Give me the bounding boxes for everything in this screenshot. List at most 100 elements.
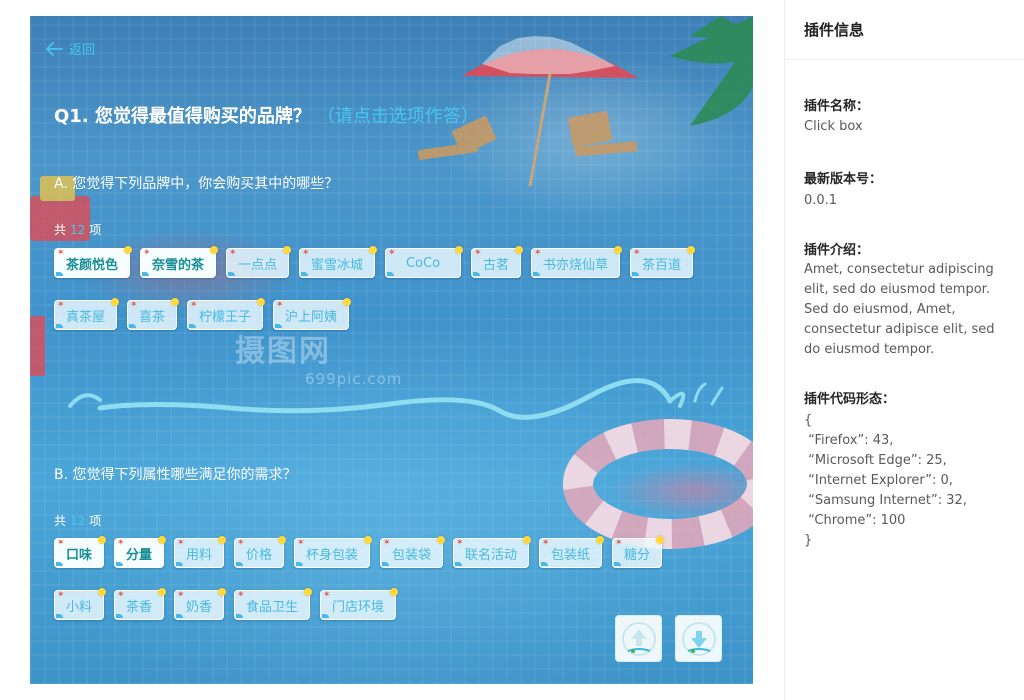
option-label: 书亦烧仙草 <box>542 257 608 273</box>
starfish-icon: ✶ <box>302 248 310 258</box>
starfish-icon: ✶ <box>177 538 185 548</box>
starfish-icon: ✶ <box>276 300 284 310</box>
section-a-option[interactable]: ✶ 真茶屋 <box>54 298 119 330</box>
option-label: 真茶屋 <box>65 309 105 325</box>
wave-icon <box>455 562 462 566</box>
section-a-option[interactable]: ✶ 茶百道 <box>630 246 695 278</box>
code-line: “Chrome”: 100 <box>804 513 906 528</box>
option-label: 一点点 <box>237 257 277 273</box>
wave-icon <box>116 614 123 618</box>
starfish-icon: ✶ <box>456 538 464 548</box>
option-label: 杯身包装 <box>305 547 358 563</box>
section-b-option[interactable]: ✶ 门店环境 <box>320 588 398 620</box>
code-line: “Samsung Internet”: 32, <box>804 493 967 508</box>
wave-icon <box>116 562 123 566</box>
sun-icon <box>515 246 523 254</box>
starfish-icon: ✶ <box>323 590 331 600</box>
wave-icon <box>176 614 183 618</box>
section-a-option[interactable]: ✶ 书亦烧仙草 <box>531 246 622 278</box>
section-b-option[interactable]: ✶ 联名活动 <box>453 536 531 568</box>
wave-icon <box>473 272 480 276</box>
section-b-option[interactable]: ✶ 价格 <box>234 536 286 568</box>
starfish-icon: ✶ <box>542 538 550 548</box>
section-b-option[interactable]: ✶ 包装纸 <box>539 536 604 568</box>
sun-icon <box>523 536 531 544</box>
section-b-option[interactable]: ✶ 糖分 <box>612 536 664 568</box>
sun-icon <box>158 588 166 596</box>
starfish-icon: ✶ <box>57 300 65 310</box>
section-b-option[interactable]: ✶ 食品卫生 <box>234 588 312 620</box>
starfish-icon: ✶ <box>383 538 391 548</box>
beach-umbrella-illustration <box>462 36 638 187</box>
section-b-option[interactable]: ✶ 杯身包装 <box>294 536 372 568</box>
wave-icon <box>189 324 196 328</box>
option-label: 包装纸 <box>550 547 590 563</box>
option-label: 联名活动 <box>464 547 517 563</box>
section-a-option[interactable]: ✶ 古茗 <box>471 246 523 278</box>
wave-icon <box>632 272 639 276</box>
sun-icon <box>278 536 286 544</box>
section-a-option[interactable]: ✶ 沪上阿姨 <box>273 298 351 330</box>
prev-page-button[interactable] <box>615 615 662 662</box>
option-label: 喜茶 <box>138 309 165 325</box>
next-page-button[interactable] <box>675 615 722 662</box>
starfish-icon: ✶ <box>229 248 237 258</box>
section-b-option[interactable]: ✶ 口味 <box>54 536 106 568</box>
starfish-icon: ✶ <box>534 248 542 258</box>
option-label: 用料 <box>185 547 212 563</box>
sun-icon <box>218 536 226 544</box>
plugin-name-value: Click box <box>804 119 863 134</box>
plugin-code-label: 插件代码形态： <box>804 392 896 407</box>
section-b-option[interactable]: ✶ 包装袋 <box>380 536 445 568</box>
starfish-icon: ✶ <box>57 590 65 600</box>
back-button[interactable]: 返回 <box>46 39 95 58</box>
sun-icon <box>304 588 312 596</box>
starfish-icon: ✶ <box>177 590 185 600</box>
option-label: 奈雪的茶 <box>151 257 204 273</box>
back-arrow-icon <box>46 41 63 56</box>
wave-icon <box>301 272 308 276</box>
sun-icon <box>596 536 604 544</box>
section-a-option[interactable]: ✶ CoCo <box>385 246 463 278</box>
section-b-option[interactable]: ✶ 小料 <box>54 588 106 620</box>
plugin-version-value: 0.0.1 <box>804 193 838 208</box>
sun-icon <box>283 246 291 254</box>
section-a-option[interactable]: ✶ 一点点 <box>226 246 291 278</box>
wave-icon <box>56 324 63 328</box>
section-b-option[interactable]: ✶ 分量 <box>114 536 166 568</box>
wave-icon <box>56 272 63 276</box>
section-a-option[interactable]: ✶ 喜茶 <box>127 298 179 330</box>
wave-icon <box>56 562 63 566</box>
section-b-option[interactable]: ✶ 奶香 <box>174 588 226 620</box>
down-arrow-icon <box>681 621 716 656</box>
starfish-icon: ✶ <box>388 248 396 258</box>
sun-icon <box>614 246 622 254</box>
wave-icon <box>236 562 243 566</box>
option-label: 沪上阿姨 <box>284 309 337 325</box>
wave-icon <box>322 614 329 618</box>
code-line: “Internet Explorer”: 0, <box>804 473 953 488</box>
sun-icon <box>437 536 445 544</box>
sun-icon <box>257 298 265 306</box>
section-a-option[interactable]: ✶ 柠檬王子 <box>187 298 265 330</box>
plugin-info-panel: 插件信息 插件名称： Click box 最新版本号： 0.0.1 插件介绍： … <box>784 0 1024 700</box>
sun-icon <box>455 246 463 254</box>
starfish-icon: ✶ <box>237 538 245 548</box>
section-a-option[interactable]: ✶ 蜜雪冰城 <box>299 246 377 278</box>
up-arrow-icon <box>621 621 656 656</box>
wave-icon <box>614 562 621 566</box>
option-label: 茶颜悦色 <box>65 257 118 273</box>
section-a-option[interactable]: ✶ 奈雪的茶 <box>140 246 218 278</box>
sun-icon <box>111 298 119 306</box>
plugin-version-label: 最新版本号： <box>804 172 883 187</box>
starfish-icon: ✶ <box>474 248 482 258</box>
question-title: Q1. 您觉得最值得购买的品牌？ （请点击选项作答） <box>54 102 479 128</box>
wave-icon <box>541 562 548 566</box>
sun-icon <box>390 588 398 596</box>
wave-icon <box>56 614 63 618</box>
section-b-option[interactable]: ✶ 用料 <box>174 536 226 568</box>
wave-icon <box>296 562 303 566</box>
section-b-option[interactable]: ✶ 茶香 <box>114 588 166 620</box>
option-label: 包装袋 <box>391 547 431 563</box>
section-a-option[interactable]: ✶ 茶颜悦色 <box>54 246 132 278</box>
